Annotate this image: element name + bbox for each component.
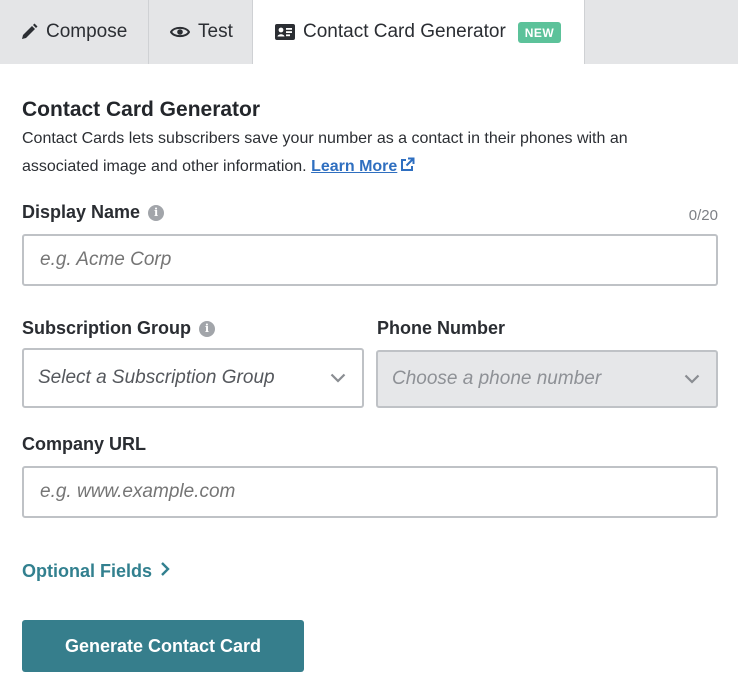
info-icon[interactable]: i [148, 204, 165, 221]
info-icon[interactable]: i [199, 320, 215, 337]
optional-fields-toggle[interactable]: Optional Fields [22, 561, 170, 582]
subscription-group-selected: Select a Subscription Group [38, 367, 275, 388]
phone-number-selected: Choose a phone number [392, 368, 602, 389]
chevron-right-icon [160, 561, 170, 582]
subscription-group-select[interactable]: Select a Subscription Group [22, 348, 364, 408]
learn-more-link[interactable]: Learn More [311, 157, 415, 175]
pencil-icon [20, 23, 38, 41]
tab-compose-label: Compose [46, 21, 128, 42]
tab-test[interactable]: Test [149, 0, 253, 64]
tab-contact-card-generator-label: Contact Card Generator [303, 21, 506, 42]
optional-fields-label: Optional Fields [22, 561, 153, 581]
tab-bar: Compose Test Contact Card Generator NEW [0, 0, 738, 64]
tab-test-label: Test [198, 21, 233, 42]
display-name-label-text: Display Name [22, 202, 141, 222]
new-badge: NEW [517, 21, 562, 43]
company-url-label-text: Company URL [22, 434, 147, 454]
display-name-label: Display Name i [22, 202, 165, 223]
phone-number-label-text: Phone Number [377, 318, 506, 338]
company-url-label: Company URL [22, 434, 146, 455]
page-description: Contact Cards lets subscribers save your… [22, 125, 702, 183]
display-name-input[interactable] [22, 234, 718, 286]
company-url-input[interactable] [22, 466, 718, 518]
chevron-down-icon [684, 368, 700, 390]
page-title: Contact Card Generator [22, 98, 261, 121]
subscription-group-label-text: Subscription Group [22, 318, 191, 338]
display-name-counter: 0/20 [688, 207, 718, 224]
tab-contact-card-generator[interactable]: Contact Card Generator NEW [253, 0, 585, 64]
subscription-group-label: Subscription Group i [22, 318, 215, 339]
generate-contact-card-button[interactable]: Generate Contact Card [22, 620, 304, 672]
tab-compose[interactable]: Compose [0, 0, 149, 64]
phone-number-select[interactable]: Choose a phone number [376, 350, 718, 408]
contact-card-icon [275, 24, 295, 40]
phone-number-label: Phone Number [377, 318, 505, 339]
eye-icon [170, 25, 190, 39]
external-link-icon [399, 155, 415, 183]
learn-more-label: Learn More [311, 158, 398, 175]
chevron-down-icon [330, 367, 346, 389]
